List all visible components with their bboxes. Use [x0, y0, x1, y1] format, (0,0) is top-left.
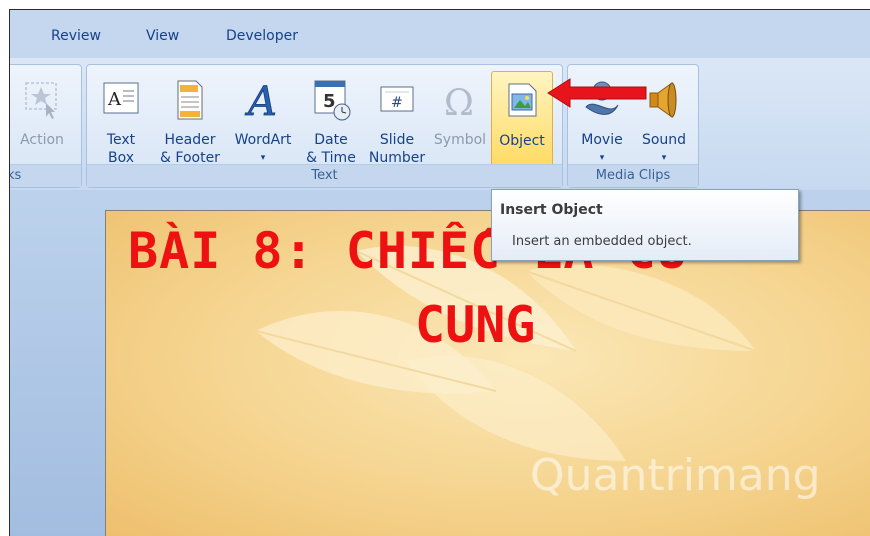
omega-symbol-icon: Ω	[444, 83, 474, 123]
tab-developer[interactable]: Developer	[226, 28, 298, 44]
text-box-label: Text Box	[106, 132, 136, 166]
slide-number-button[interactable]: # Slide Number	[365, 71, 429, 169]
header-footer-label: Header & Footer	[160, 132, 220, 166]
date-time-icon: 5	[314, 80, 351, 121]
slide-title-line-2: CUNG	[415, 296, 536, 354]
action-icon	[25, 82, 57, 119]
slide-number-label: Slide Number	[368, 132, 426, 166]
group-text-label: Text	[87, 164, 562, 187]
svg-text:5: 5	[323, 91, 336, 112]
svg-text:A: A	[107, 89, 122, 110]
watermark-logo: Quantrimang	[530, 450, 821, 501]
ribbon-tab-bar: Review View Developer	[10, 10, 870, 58]
ribbon-insert: Action ks A TextBox	[10, 58, 870, 190]
date-time-button[interactable]: 5 Date & Time	[301, 71, 361, 169]
slide-number-icon: #	[380, 86, 414, 112]
header-footer-button[interactable]: Header & Footer	[155, 71, 225, 169]
sound-label: Sound ▾	[641, 132, 687, 163]
wordart-icon: A	[244, 79, 278, 123]
insert-object-icon	[508, 83, 537, 117]
tab-view[interactable]: View	[146, 28, 179, 44]
movie-label: Movie ▾	[581, 132, 623, 163]
group-links: Action ks	[10, 64, 82, 188]
group-links-label: ks	[10, 164, 81, 187]
symbol-label: Symbol	[433, 132, 487, 148]
tab-review[interactable]: Review	[51, 28, 101, 44]
action-label: Action	[20, 132, 64, 148]
red-arrow-annotation	[547, 78, 647, 108]
powerpoint-window: Review View Developer Action ks A	[9, 9, 870, 536]
wordart-label: WordArt ▾	[234, 132, 292, 163]
action-button[interactable]: Action	[10, 71, 75, 169]
symbol-button[interactable]: Ω Symbol	[431, 71, 489, 169]
group-media-clips-label: Media Clips	[568, 164, 698, 187]
object-button[interactable]: Object	[491, 71, 553, 171]
insert-object-tooltip: Insert Object Insert an embedded object.	[491, 189, 799, 261]
header-footer-icon	[177, 80, 203, 120]
date-time-label: Date & Time	[306, 132, 356, 166]
tooltip-description: Insert an embedded object.	[512, 234, 692, 249]
group-text: A Text Box Header & Footer A WordArt ▾ 5…	[86, 64, 563, 188]
svg-text:A: A	[244, 79, 277, 123]
text-box-button[interactable]: A Text Box	[93, 71, 149, 169]
svg-text:#: #	[391, 95, 403, 111]
text-box-icon: A	[103, 82, 139, 114]
tooltip-title: Insert Object	[500, 202, 603, 218]
object-label: Object	[499, 133, 545, 149]
wordart-button[interactable]: A WordArt ▾	[229, 71, 297, 169]
svg-text:Ω: Ω	[444, 83, 474, 123]
